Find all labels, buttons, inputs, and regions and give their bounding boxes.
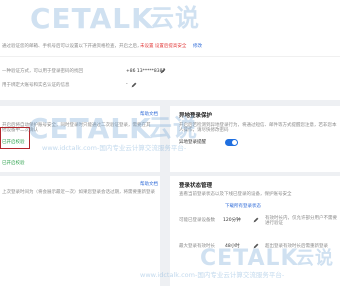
divider — [0, 56, 340, 57]
watermark-site: www.idctalk.com-国内专业云计算交流服务平台- — [140, 271, 285, 279]
edit-icon[interactable] — [131, 82, 137, 88]
state-item-label-1: 可能已登录设备数 — [179, 218, 215, 223]
login-state-title: 登录状态管理 — [179, 183, 213, 189]
session-desc: 上次登录时间为（将会展示最近一次）如果您登录会话过期，将需要重新登录 — [2, 190, 155, 195]
session-card: 帮助文档 上次登录时间为（将会展示最近一次）如果您登录会话过期，将需要重新登录 — [0, 176, 160, 286]
watermark-brand-cn: 云说 — [150, 4, 200, 32]
watermark-brand: CETALK — [200, 246, 299, 271]
realname-value: - — [126, 82, 128, 87]
watermark-brand-cn: 云说 — [148, 114, 198, 142]
remote-login-toggle[interactable] — [225, 139, 238, 146]
help-doc-link-2[interactable]: 帮助文档 — [140, 182, 158, 187]
watermark-brand: CETALK — [28, 112, 152, 145]
login-state-desc: 查看当前登录状态以及下线已登录的设备，保护账号安全 — [179, 192, 292, 197]
watermark-brand-cn: 云说 — [296, 248, 334, 269]
phone-verify-text: 一种验证方式，可以用于登录密码的找回 — [2, 69, 83, 74]
edit-icon[interactable] — [253, 217, 259, 223]
verify-status-2: 已开启校验 — [2, 161, 25, 166]
unset-warning: 未设置 设置后提高安全 — [140, 44, 187, 49]
remote-login-desc: 开启后若检测到异地登录行为，将通过短信、邮件等方式提醒您注意，若非您本人操作，请… — [179, 123, 337, 134]
edit-link[interactable]: 修改 — [193, 44, 202, 49]
state-item-note-1: 有效时长内，仅允许部分用户不需要进行验证 — [265, 216, 337, 227]
download-states-link[interactable]: 下载所有登录状态 — [225, 204, 261, 209]
realname-text: 用于绑定大账号和实名认证的信息 — [2, 83, 70, 88]
edit-icon[interactable] — [160, 68, 166, 74]
email-verify-text: 通过验证您的邮箱、手机号后可以设置以下开通资格检查，开启之后， — [2, 44, 142, 49]
watermark-brand: CETALK — [30, 2, 154, 35]
state-item-value-1: 120分钟 — [223, 218, 241, 223]
watermark-site: www.idctalk.com-国内专业云计算交流服务平台- — [42, 144, 187, 152]
highlight-frame — [0, 127, 30, 149]
